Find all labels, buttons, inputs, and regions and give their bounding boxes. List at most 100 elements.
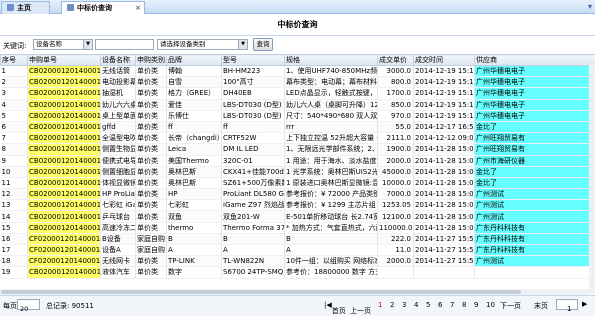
table-cell xyxy=(377,266,414,279)
table-cell: 单价类 xyxy=(135,199,167,212)
vertical-scrollbar[interactable] xyxy=(589,65,595,294)
column-header[interactable]: 品牌 xyxy=(166,54,222,66)
table-row[interactable]: 15CB020001201400013高速冷冻二氧化碳培单价类thermoThe… xyxy=(0,222,595,234)
page-link-3[interactable]: 3 xyxy=(402,301,406,309)
results-table: 序号 申购单号 设备名称 申购类别 品牌 型号 规格 成交单价 成交时间 供应商… xyxy=(0,54,595,294)
table-cell: 10 xyxy=(0,166,28,178)
table-row[interactable]: 13CB020001201400013七彩虹 iGame Z97 烈单价类七彩虹… xyxy=(0,199,595,212)
page-number-input[interactable]: 1 xyxy=(556,299,578,313)
tab-price-query[interactable]: 中标价查询 × xyxy=(61,1,145,14)
table-row[interactable]: 18 CF020001201400013 无线网卡 单价类 TP-LINK TL-WN82… xyxy=(0,255,595,268)
table-cell: CB020001201400018 xyxy=(27,121,101,134)
column-header[interactable]: 供应商 xyxy=(474,54,595,66)
table-row[interactable]: 16 CF020001201400018 B设备 家庭自购 B B B 222.0 2014-1… xyxy=(0,233,595,246)
table-cell: 单价类 xyxy=(135,266,167,279)
column-header[interactable]: 申购单号 xyxy=(27,54,101,66)
table-row[interactable]: 17 CF020001201400018 设备A 家庭自购 A A A 11.0 2014-11… xyxy=(0,244,595,257)
table-row[interactable]: 10CB020001201400013侧置细胞显微镜单价类奥林巴斯CKX41+佳… xyxy=(0,166,595,178)
scrollbar-thumb[interactable] xyxy=(1,290,521,294)
search-button[interactable]: 查询 xyxy=(253,38,273,51)
table-row[interactable]: 5CB020001201400018桌上型单面柜单价类乐博仕LBS-DT030 … xyxy=(0,110,595,122)
table-cell: 奥林巴斯 xyxy=(166,166,222,178)
category-select[interactable]: 请选择设备类别 ▼ xyxy=(157,39,248,50)
table-cell: 单价类 xyxy=(135,132,167,145)
go-icon[interactable]: ▶ xyxy=(582,300,587,308)
tab-home[interactable]: 主页 xyxy=(1,1,50,14)
table-cell: 12 xyxy=(0,188,28,201)
table-cell: 单价类 xyxy=(135,255,167,268)
page-link-1[interactable]: 1 xyxy=(378,301,382,309)
table-cell: CB020001201400013 xyxy=(27,166,101,178)
chevron-down-icon[interactable]: ▾ xyxy=(588,2,592,11)
chevron-down-icon: ▼ xyxy=(83,40,92,49)
page-link-6[interactable]: 6 xyxy=(438,301,442,309)
table-row[interactable]: 14 CB020001201400013 乒乓球台 单价类 双鱼 双鱼201-W E-501… xyxy=(0,210,595,223)
page-link-2[interactable]: 2 xyxy=(390,301,394,309)
field-select[interactable]: 设备名称 ▼ xyxy=(33,39,93,50)
table-cell: 2000.0 xyxy=(377,255,414,268)
table-cell: 1 原装进口奥林巴斯显微镜:混动体视 xyxy=(284,177,378,190)
table-cell: Thermo Forma 371 xyxy=(221,222,285,234)
page-link-7[interactable]: 7 xyxy=(450,301,454,309)
table-cell: 2014-12-12 09:04 xyxy=(413,132,475,145)
table-cell: 家庭自购 xyxy=(135,244,167,257)
table-cell: 广州华穗电电子 xyxy=(474,87,595,100)
table-cell: 2 xyxy=(0,76,28,89)
table-row[interactable]: 6 CB020001201400018 gffd 单价类 ff ff rrr 55.0 2014… xyxy=(0,121,595,134)
per-page-select[interactable]: 20 xyxy=(17,299,40,313)
table-cell: 单价类 xyxy=(135,188,167,201)
column-header[interactable]: 型号 xyxy=(221,54,285,66)
next-page-link[interactable]: 下一页 xyxy=(500,301,521,311)
first-page-link[interactable]: |◀ 首页 xyxy=(324,301,346,315)
table-cell: 2014-11-28 15:08 xyxy=(413,210,475,223)
table-cell: 广州华穗电电子 xyxy=(474,110,595,122)
column-header[interactable]: 成交时间 xyxy=(413,54,475,66)
table-cell: 乐博仕 xyxy=(166,110,222,122)
table-cell: 110000.0 xyxy=(377,222,414,234)
table-row[interactable]: 3 CB020001201400018 抽湿机 单价类 格力（GREE） DH40EB LE… xyxy=(0,87,595,100)
table-cell: 9 xyxy=(0,155,28,167)
column-header[interactable]: 设备名称 xyxy=(100,54,136,66)
table-cell: E-501单折移动球台 长2.74宽1.525高 xyxy=(284,210,378,223)
table-row[interactable]: 2 CB020001201400018 电动投影幕 单价类 自雪 100"高寸 幕布类型：电… xyxy=(0,76,595,89)
table-cell: 爱佳 xyxy=(166,99,222,111)
table-cell: ff xyxy=(221,121,285,134)
close-icon[interactable]: × xyxy=(135,2,141,14)
table-cell: 6 xyxy=(0,121,28,134)
table-row[interactable]: 8CB020001201400013侧置生物显微镜单价类LeicaDM IL L… xyxy=(0,143,595,156)
page-link-8[interactable]: 8 xyxy=(462,301,466,309)
column-header[interactable]: 规格 xyxy=(284,54,378,66)
search-input[interactable] xyxy=(95,39,154,50)
table-cell: 单价类 xyxy=(135,87,167,100)
tab-price-query-label: 中标价查询 xyxy=(77,4,112,12)
page-link-4[interactable]: 4 xyxy=(414,301,418,309)
table-cell: 金比了 xyxy=(474,121,595,134)
table-cell: 单价类 xyxy=(135,99,167,111)
column-header[interactable]: 序号 xyxy=(0,54,28,66)
table-row[interactable]: 4 CB020001201400018 幼儿六六桌 单价类 爱佳 LBS-DT030 (D… xyxy=(0,99,595,111)
table-cell: A xyxy=(166,244,222,257)
table-row[interactable]: 11 CB020001201400013 体视显微镜 单价类 奥林巴斯 SZ61+500万… xyxy=(0,177,595,190)
last-page-link[interactable]: 末页 xyxy=(534,301,548,311)
page-link-5[interactable]: 5 xyxy=(426,301,430,309)
page-link-10[interactable]: 10 xyxy=(486,301,495,309)
table-row[interactable]: 12CB020001201400013HP ProLiant DL58单价类HP… xyxy=(0,188,595,201)
table-cell: CB020001201400018 xyxy=(27,65,101,78)
table-row[interactable]: 9CB020001201400013便携式电导率仪单价类美国Thermo320C… xyxy=(0,155,595,167)
table-cell: 2014-11-28 15:08 xyxy=(413,188,475,201)
table-cell: 侧置细胞显微镜 xyxy=(100,166,136,178)
table-cell: B xyxy=(284,233,378,246)
table-cell: 数字 xyxy=(166,266,222,279)
table-cell: 1 光学系统：奥林巴斯UIS2光学系统 xyxy=(284,166,378,178)
table-cell: B设备 xyxy=(100,233,136,246)
table-row[interactable]: 1 CB020001201400018 无线话筒 单价类 博翰 BH-HM223 1、使用U… xyxy=(0,65,595,78)
table-row[interactable]: 19 CB020001201400013 液体汽车 单价类 数字 S6700 24TP-S… xyxy=(0,266,595,279)
table-cell: BH-HM223 xyxy=(221,65,285,78)
table-cell: 10件一组：以组购买 网络标准：IEEE xyxy=(284,255,378,268)
page-link-9[interactable]: 9 xyxy=(474,301,478,309)
table-cell: 幼儿六六桌 xyxy=(100,99,136,111)
column-header[interactable]: 申购类别 xyxy=(135,54,167,66)
column-header[interactable]: 成交单价 xyxy=(377,54,414,66)
table-row[interactable]: 7CB020001201400017全温型电吹箱单价类长帝（changdi）CR… xyxy=(0,132,595,145)
table-cell: 11.0 xyxy=(377,244,414,257)
